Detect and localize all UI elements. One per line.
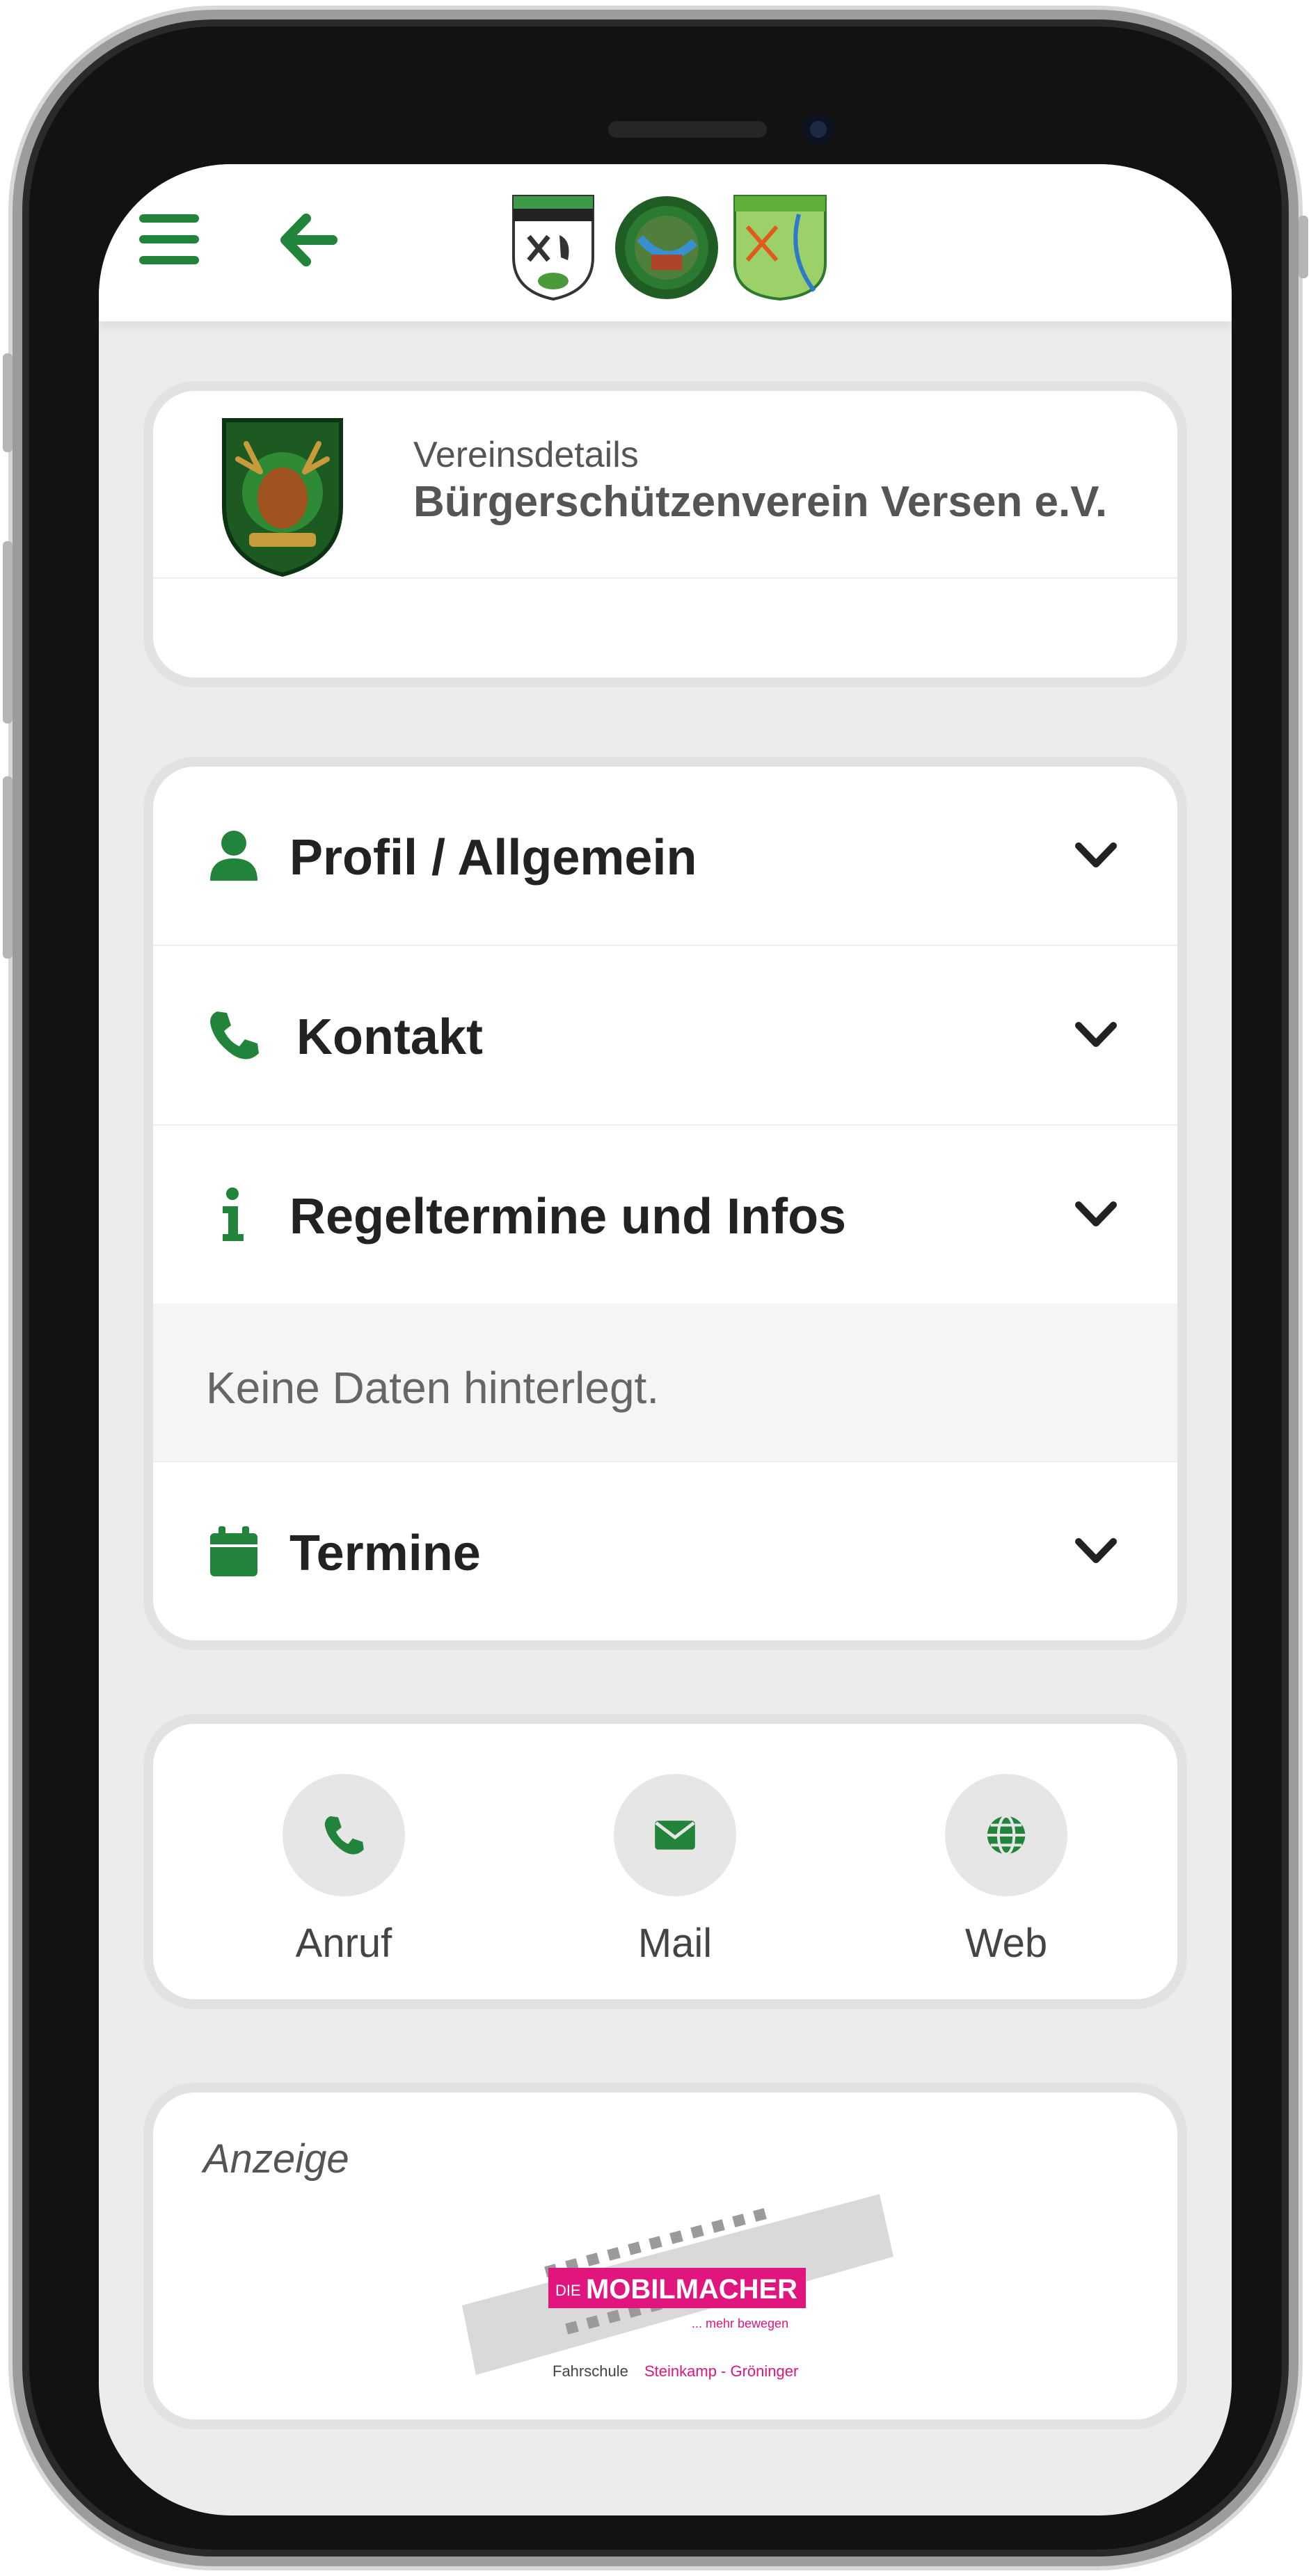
chevron-down-icon	[1075, 1201, 1117, 1226]
accordion-label: Profil / Allgemein	[289, 830, 697, 886]
ad-tagline: ... mehr bewegen	[692, 2317, 788, 2330]
round-emblem-logo	[615, 196, 718, 299]
mail-button-circle	[614, 1774, 736, 1896]
ad-footer-highlight: Steinkamp - Gröninger	[644, 2362, 798, 2380]
club-card-container: Vereinsdetails Bürgerschützenverein Vers…	[143, 381, 1187, 687]
mail-button[interactable]: Mail	[585, 1774, 765, 1967]
village-map-logo	[733, 195, 827, 301]
info-icon	[223, 1187, 244, 1241]
phone-icon	[324, 1816, 364, 1855]
call-label: Anruf	[295, 1921, 392, 1966]
ad-card: Anzeige DIE MOBILMACHER ... mehr bewegen…	[153, 2093, 1177, 2419]
accordion-label: Termine	[289, 1526, 481, 1581]
call-button-circle	[283, 1774, 405, 1896]
app-screen: Vereinsdetails Bürgerschützenverein Vers…	[99, 164, 1232, 2515]
accordion-profil-header[interactable]: Profil / Allgemein	[153, 767, 1177, 946]
user-icon	[210, 831, 257, 881]
arrow-left-icon[interactable]	[277, 209, 340, 271]
ad-footer-prefix: Fahrschule	[553, 2362, 628, 2380]
divider	[153, 577, 1177, 579]
web-button-circle	[945, 1774, 1067, 1896]
volume-up-button	[3, 541, 13, 723]
call-button[interactable]: Anruf	[253, 1774, 434, 1967]
mail-label: Mail	[637, 1921, 713, 1966]
ad-card-container: Anzeige DIE MOBILMACHER ... mehr bewegen…	[143, 2083, 1187, 2429]
volume-down-button	[3, 776, 13, 959]
actions-card: Anruf Mail Web	[153, 1724, 1177, 1999]
chevron-down-icon	[1075, 1538, 1117, 1563]
club-name: Bürgerschützenverein Versen e.V.	[413, 478, 1108, 526]
accordion-regeltermine-header[interactable]: Regeltermine und Infos	[153, 1126, 1177, 1304]
accordion-label: Regeltermine und Infos	[289, 1189, 847, 1245]
club-emblem	[222, 418, 343, 577]
globe-icon	[987, 1814, 1026, 1856]
chevron-down-icon	[1075, 1022, 1117, 1047]
accordion-termine-header[interactable]: Termine	[153, 1462, 1177, 1640]
envelope-icon	[655, 1821, 695, 1850]
club-details-kicker: Vereinsdetails	[413, 435, 639, 475]
accordion-label: Kontakt	[296, 1009, 483, 1065]
ad-label: Anzeige	[203, 2136, 349, 2182]
accordion-kontakt-header[interactable]: Kontakt	[153, 946, 1177, 1126]
accordion-card-container: Profil / Allgemein Kontakt Regeltermine …	[143, 757, 1187, 1650]
empty-state-text: Keine Daten hinterlegt.	[206, 1363, 660, 1413]
mute-switch	[3, 353, 13, 452]
ad-brand-prefix: DIE	[555, 2282, 581, 2299]
phone-icon	[210, 1011, 259, 1059]
club-crest-logo	[512, 195, 594, 301]
ad-brand: MOBILMACHER	[586, 2274, 797, 2305]
calendar-icon	[210, 1526, 257, 1576]
sponsor-logos	[508, 193, 828, 305]
web-button[interactable]: Web	[916, 1774, 1097, 1967]
front-camera	[803, 114, 834, 145]
accordion-regeltermine-body: Keine Daten hinterlegt.	[153, 1304, 1177, 1462]
hamburger-menu-icon[interactable]	[139, 214, 199, 264]
chevron-down-icon	[1075, 842, 1117, 867]
power-button	[1298, 216, 1308, 278]
web-label: Web	[964, 1921, 1048, 1966]
club-card: Vereinsdetails Bürgerschützenverein Vers…	[153, 391, 1177, 678]
accordion-card: Profil / Allgemein Kontakt Regeltermine …	[153, 767, 1177, 1640]
ad-banner[interactable]: DIE MOBILMACHER ... mehr bewegen Fahrsch…	[462, 2173, 893, 2393]
app-header	[99, 164, 1232, 321]
actions-card-container: Anruf Mail Web	[143, 1714, 1187, 2009]
phone-notch	[372, 89, 1005, 163]
speaker-grille	[608, 121, 767, 138]
